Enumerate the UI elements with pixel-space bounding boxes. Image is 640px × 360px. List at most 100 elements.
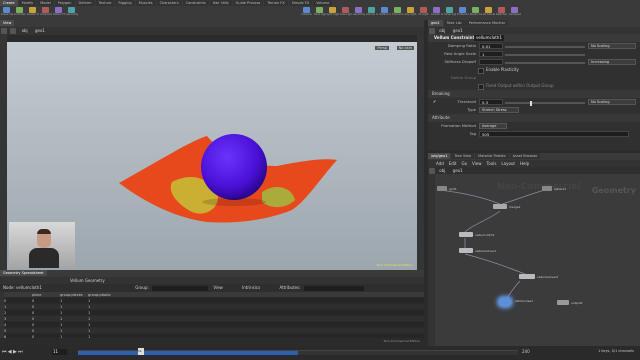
param-slider-0[interactable] bbox=[505, 46, 585, 48]
right_tools-9[interactable]: GI Light bbox=[418, 7, 430, 18]
frame-field[interactable]: 11 bbox=[52, 349, 67, 355]
viewport-canvas[interactable]: Persp No cam Non-Commercial Edition bbox=[7, 42, 417, 270]
threshold-scaling[interactable]: No Scaling bbox=[588, 99, 636, 105]
sheet-tab2[interactable]: Vellum Geometry bbox=[70, 278, 105, 283]
params-path-node[interactable]: geo1 bbox=[453, 28, 463, 33]
net-path-node[interactable]: geo1 bbox=[453, 168, 463, 173]
sheet-group-field[interactable] bbox=[152, 285, 209, 291]
forward-arrow-icon[interactable] bbox=[10, 28, 17, 34]
promotion-dropdown[interactable]: Average bbox=[479, 123, 507, 129]
skip-end-icon[interactable]: ⏭ bbox=[18, 349, 23, 355]
left_tools-0[interactable]: Scene View bbox=[1, 7, 13, 18]
param-unit-2[interactable]: Increasing bbox=[588, 59, 636, 65]
threshold-field[interactable]: 0.3 bbox=[479, 99, 503, 105]
right_tools-2[interactable]: Spot Light bbox=[327, 7, 339, 18]
define-group-row: Define Group bbox=[428, 74, 640, 82]
timeline-track[interactable]: 11 bbox=[78, 348, 518, 355]
promotion-label: Promotion Method bbox=[441, 123, 476, 128]
param-unit-0[interactable]: No Scaling bbox=[588, 43, 636, 49]
skip-start-icon[interactable]: ⏮ bbox=[2, 349, 7, 355]
param-slider-2[interactable] bbox=[505, 62, 585, 64]
network-node-2[interactable] bbox=[493, 204, 507, 209]
right_tools-6[interactable]: Distant Light bbox=[379, 7, 391, 18]
left_tools-label-1: Animation Editor bbox=[13, 13, 26, 16]
path-node[interactable]: geo1 bbox=[35, 28, 45, 33]
sheet-attr-field[interactable] bbox=[303, 285, 364, 291]
right_tools-1[interactable]: Point Light bbox=[314, 7, 326, 18]
network-menu-1[interactable]: Edit bbox=[449, 161, 457, 166]
threshold-slider[interactable] bbox=[505, 102, 585, 104]
left_tools-label-2: Render View bbox=[26, 13, 39, 16]
param-label-2: Stiffness Dropoff bbox=[444, 59, 476, 64]
params-tab-1[interactable]: Take List bbox=[443, 20, 465, 26]
network-node-4[interactable] bbox=[459, 248, 473, 253]
right_tools-12[interactable]: Ambient Light bbox=[457, 7, 469, 18]
breaking-section[interactable]: Breaking bbox=[428, 90, 640, 98]
right_tools-11[interactable]: Portal Light bbox=[444, 7, 456, 18]
right_tools-3[interactable]: Area Light bbox=[340, 7, 352, 18]
cam-menu[interactable]: No cam bbox=[396, 46, 414, 50]
network-menu-6[interactable]: Help bbox=[520, 161, 529, 166]
network-menu-5[interactable]: Layout bbox=[501, 161, 515, 166]
tag-field[interactable]: 505 bbox=[479, 131, 629, 137]
persp-menu[interactable]: Persp bbox=[375, 46, 389, 50]
params-path-obj[interactable]: obj bbox=[439, 28, 445, 33]
network-tab-2[interactable]: Material Palette bbox=[475, 153, 509, 159]
params-tab-0[interactable]: geo1 bbox=[428, 20, 443, 26]
param-field-1[interactable]: 1 bbox=[479, 51, 503, 57]
right_tools-4[interactable]: Geometry Light bbox=[353, 7, 365, 18]
timeline-cached-range bbox=[78, 351, 298, 355]
network-menu-4[interactable]: Tools bbox=[487, 161, 497, 166]
right_tools-13[interactable]: Stereo Camera bbox=[470, 7, 482, 18]
play-icon[interactable]: ▶ bbox=[13, 349, 17, 355]
right_tools-5[interactable]: Volume Light bbox=[366, 7, 378, 18]
right_tools-14[interactable]: VR Camera bbox=[483, 7, 495, 18]
viewport-tabbar: View bbox=[0, 20, 424, 27]
right_tools-8[interactable]: Sky Light bbox=[405, 7, 417, 18]
network-node-3[interactable] bbox=[459, 232, 473, 237]
right_tools-0[interactable]: Camera bbox=[301, 7, 313, 18]
network-node-label-2: merge1 bbox=[509, 205, 521, 209]
tab-geometry-spreadsheet[interactable]: Geometry Spreadsheet bbox=[0, 270, 47, 276]
network-node-6[interactable] bbox=[499, 298, 511, 306]
back-arrow-icon[interactable] bbox=[1, 28, 7, 34]
tab-view[interactable]: View bbox=[0, 20, 15, 26]
network-editor[interactable]: Non-Commercial Geometry grid1 sphere1 merg… bbox=[435, 174, 640, 352]
network-node-5[interactable] bbox=[519, 274, 535, 279]
network-menu-2[interactable]: Go bbox=[462, 161, 468, 166]
sheet-intrinsics[interactable]: Intrinsics bbox=[242, 285, 260, 290]
network-tab-1[interactable]: Tree View bbox=[451, 153, 475, 159]
right_tools-16[interactable]: Gamepad Camera bbox=[509, 7, 521, 18]
right_tools-7[interactable]: Environment Light bbox=[392, 7, 404, 18]
left_tools-4[interactable]: Motion FX View bbox=[53, 7, 65, 18]
param-field-2[interactable] bbox=[479, 59, 503, 65]
path-obj[interactable]: obj bbox=[22, 28, 28, 33]
sphere bbox=[201, 134, 267, 200]
node-name-field[interactable]: vellumcloth1 bbox=[474, 35, 504, 41]
network-tab-0[interactable]: /obj/geo1 bbox=[428, 153, 451, 159]
timeline-end-frame[interactable]: 240 bbox=[522, 349, 530, 354]
left_tools-label-3: Composite View bbox=[39, 13, 52, 16]
network-tab-3[interactable]: Asset Browser bbox=[509, 153, 541, 159]
threshold-knob[interactable] bbox=[530, 100, 532, 106]
left_tools-2[interactable]: Render View bbox=[27, 7, 39, 18]
param-field-0[interactable]: 0.01 bbox=[479, 43, 503, 49]
right_tools-15[interactable]: Switcher bbox=[496, 7, 508, 18]
sheet-view-dropdown[interactable]: View bbox=[213, 285, 223, 290]
left_tools-3[interactable]: Composite View bbox=[40, 7, 52, 18]
params-tabbar: geo1 Take List Performance Monitor bbox=[428, 20, 640, 27]
network-node-0[interactable] bbox=[437, 186, 447, 191]
network-node-1[interactable] bbox=[542, 186, 552, 191]
step-back-icon[interactable]: ◀ bbox=[8, 349, 12, 355]
network-menu-3[interactable]: View bbox=[472, 161, 482, 166]
right_tools-10[interactable]: Caustic Light bbox=[431, 7, 443, 18]
left_tools-1[interactable]: Animation Editor bbox=[14, 7, 26, 18]
net-path-obj[interactable]: obj bbox=[439, 168, 445, 173]
params-tab-2[interactable]: Performance Monitor bbox=[465, 20, 509, 26]
type-dropdown[interactable]: Stretch Stress bbox=[479, 107, 519, 113]
param-slider-1[interactable] bbox=[505, 54, 585, 56]
attribute-section[interactable]: Attribute bbox=[428, 114, 640, 122]
network-menu-0[interactable]: Add bbox=[436, 161, 444, 166]
left_tools-5[interactable]: Geometry Spreadsheet bbox=[66, 7, 78, 18]
network-node-7[interactable] bbox=[557, 300, 569, 305]
